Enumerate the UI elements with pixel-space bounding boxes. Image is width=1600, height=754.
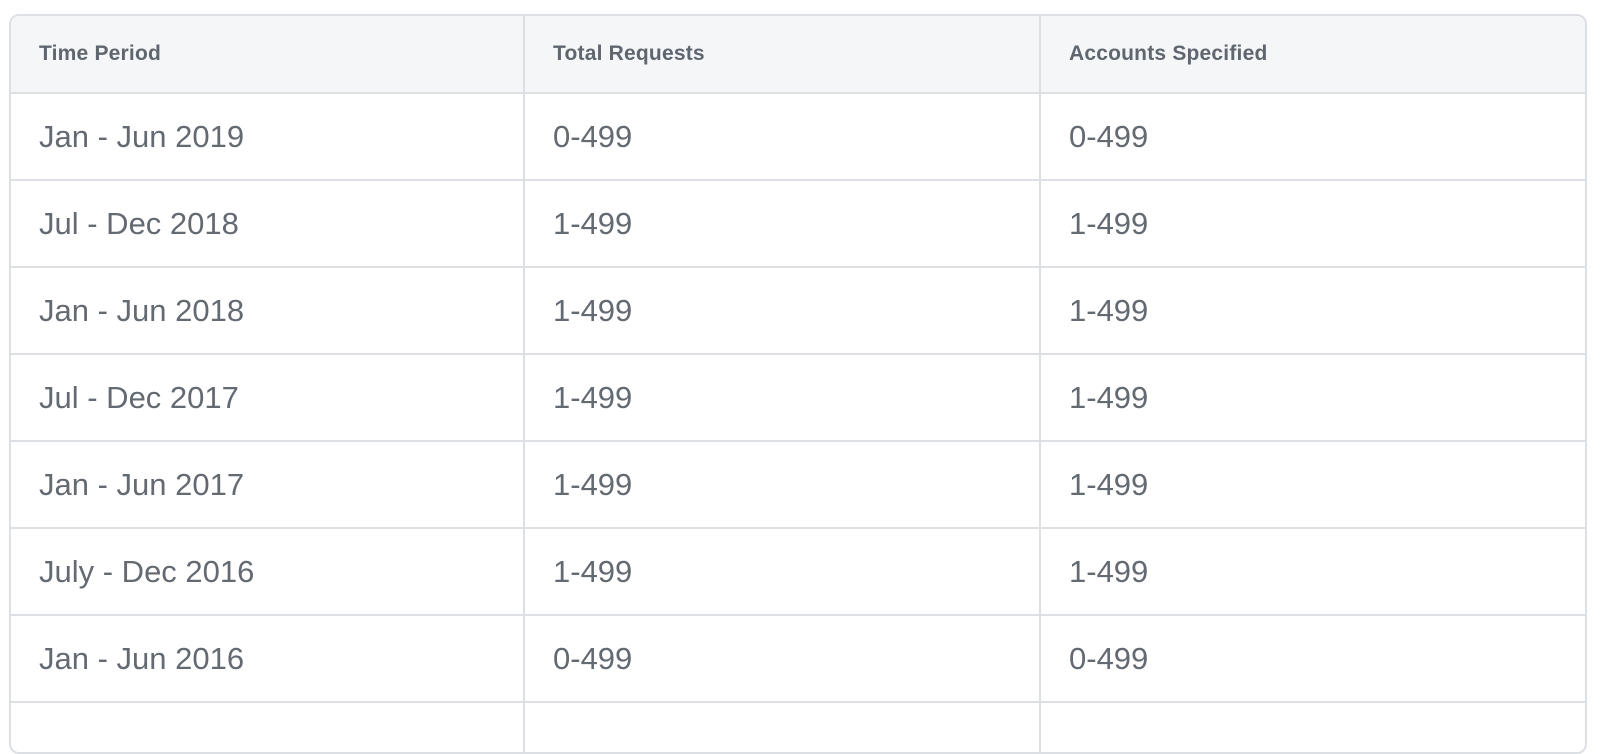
cell-total-requests: 1-499 (524, 267, 1041, 355)
requests-table: Time Period Total Requests Accounts Spec… (11, 16, 1585, 752)
table-row: Jan - Jun 2016 0-499 0-499 (11, 615, 1585, 703)
cell-total-requests: 1-499 (524, 441, 1041, 529)
table-row: Jan - Jun 2017 1-499 1-499 (11, 441, 1585, 529)
table-header: Time Period Total Requests Accounts Spec… (11, 16, 1585, 94)
cell-total-requests: 0-499 (524, 93, 1041, 181)
cell-time-period: Jan - Jun 2018 (11, 267, 525, 355)
cell-time-period: Jan - Jun 2017 (11, 441, 525, 529)
cell-time-period: Jan - Jun 2016 (11, 615, 525, 703)
column-header-accounts-specified: Accounts Specified (1040, 16, 1585, 94)
header-row: Time Period Total Requests Accounts Spec… (11, 16, 1585, 94)
column-header-total-requests: Total Requests (524, 16, 1041, 94)
table-row: July - Dec 2016 1-499 1-499 (11, 528, 1585, 616)
cell-accounts-specified: 1-499 (1040, 354, 1585, 442)
column-header-time-period: Time Period (11, 16, 525, 94)
table-row: Jan - Jun 2018 1-499 1-499 (11, 267, 1585, 355)
table-row: Jul - Dec 2018 1-499 1-499 (11, 180, 1585, 268)
cell-time-period: Jan - Jun 2019 (11, 93, 525, 181)
table-row: Jul - Dec 2017 1-499 1-499 (11, 354, 1585, 442)
requests-table-container: Time Period Total Requests Accounts Spec… (9, 14, 1587, 754)
cell-total-requests: 1-499 (524, 528, 1041, 616)
cell-total-requests (524, 702, 1041, 752)
cell-time-period (11, 702, 525, 752)
cell-total-requests: 1-499 (524, 180, 1041, 268)
cell-total-requests: 0-499 (524, 615, 1041, 703)
cell-accounts-specified: 1-499 (1040, 267, 1585, 355)
table-body: Jan - Jun 2019 0-499 0-499 Jul - Dec 201… (11, 93, 1585, 752)
table-row (11, 702, 1585, 752)
cell-time-period: Jul - Dec 2018 (11, 180, 525, 268)
table-row: Jan - Jun 2019 0-499 0-499 (11, 93, 1585, 181)
cell-total-requests: 1-499 (524, 354, 1041, 442)
cell-time-period: Jul - Dec 2017 (11, 354, 525, 442)
cell-accounts-specified: 0-499 (1040, 93, 1585, 181)
cell-accounts-specified (1040, 702, 1585, 752)
cell-accounts-specified: 1-499 (1040, 528, 1585, 616)
cell-time-period: July - Dec 2016 (11, 528, 525, 616)
cell-accounts-specified: 1-499 (1040, 441, 1585, 529)
cell-accounts-specified: 1-499 (1040, 180, 1585, 268)
cell-accounts-specified: 0-499 (1040, 615, 1585, 703)
